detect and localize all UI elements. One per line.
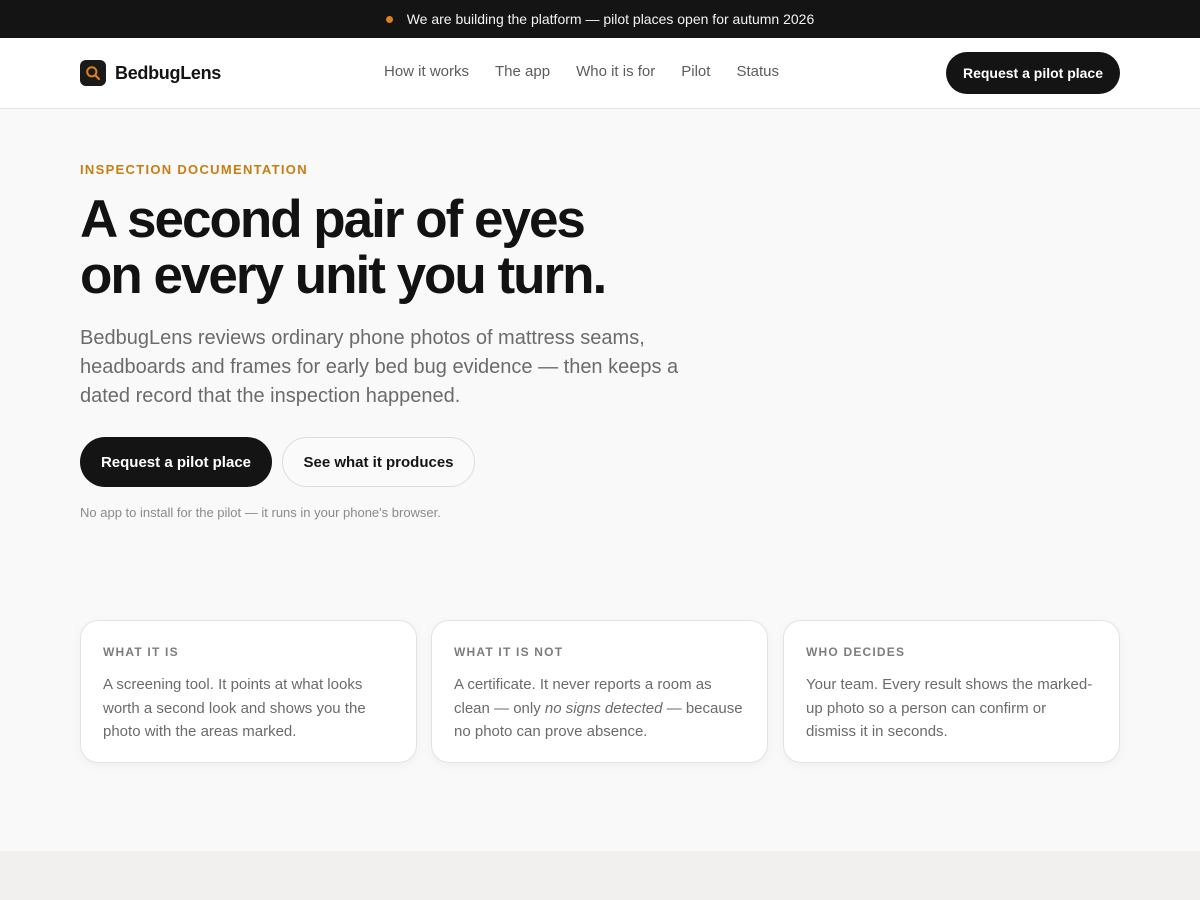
card-body: A screening tool. It points at what look…	[103, 676, 366, 740]
nav-the-app[interactable]: The app	[495, 63, 550, 80]
nav-who-it-is-for[interactable]: Who it is for	[576, 63, 655, 80]
hero-note: No app to install for the pilot — it run…	[80, 505, 441, 520]
card-body: A certificate. It never reports a room a…	[454, 673, 745, 744]
logo-text: BedbugLens	[115, 62, 222, 83]
main-nav: How it works The app Who it is for Pilot…	[384, 63, 805, 80]
announcement-text: We are building the platform — pilot pla…	[406, 11, 815, 27]
card-label: WHAT IT IS	[103, 645, 179, 659]
logo[interactable]: BedbugLens	[80, 60, 221, 86]
nav-pilot[interactable]: Pilot	[681, 63, 710, 80]
hero-headline: A second pair of eyes on every unit you …	[80, 192, 720, 304]
header-request-pilot-button[interactable]: Request a pilot place	[946, 52, 1120, 94]
request-pilot-button[interactable]: Request a pilot place	[80, 437, 272, 487]
announcement-bar: We are building the platform — pilot pla…	[0, 0, 1200, 38]
hero-eyebrow: INSPECTION DOCUMENTATION	[80, 162, 308, 177]
card-what-it-is-not: WHAT IT IS NOT A certificate. It never r…	[431, 620, 768, 763]
nav-status[interactable]: Status	[736, 63, 779, 80]
card-what-it-is: WHAT IT IS A screening tool. It points a…	[80, 620, 417, 763]
hero-lede: BedbugLens reviews ordinary phone photos…	[80, 327, 679, 407]
nav-how-it-works[interactable]: How it works	[384, 63, 469, 80]
announcement-dot	[385, 15, 393, 23]
site-header: BedbugLens How it works The app Who it i…	[0, 38, 1200, 109]
headline-line-2: on every unit you turn.	[80, 246, 607, 305]
see-what-it-produces-button[interactable]: See what it produces	[282, 437, 475, 487]
card-label: WHAT IT IS NOT	[454, 645, 564, 659]
magnifier-icon	[80, 60, 106, 86]
next-section-band	[0, 851, 1200, 900]
headline-line-1: A second pair of eyes	[80, 190, 586, 249]
card-label: WHO DECIDES	[806, 645, 906, 659]
card-body: Your team. Every result shows the marked…	[806, 676, 1093, 740]
card-body-emphasis: no signs detected	[544, 699, 663, 717]
card-who-decides: WHO DECIDES Your team. Every result show…	[783, 620, 1120, 763]
